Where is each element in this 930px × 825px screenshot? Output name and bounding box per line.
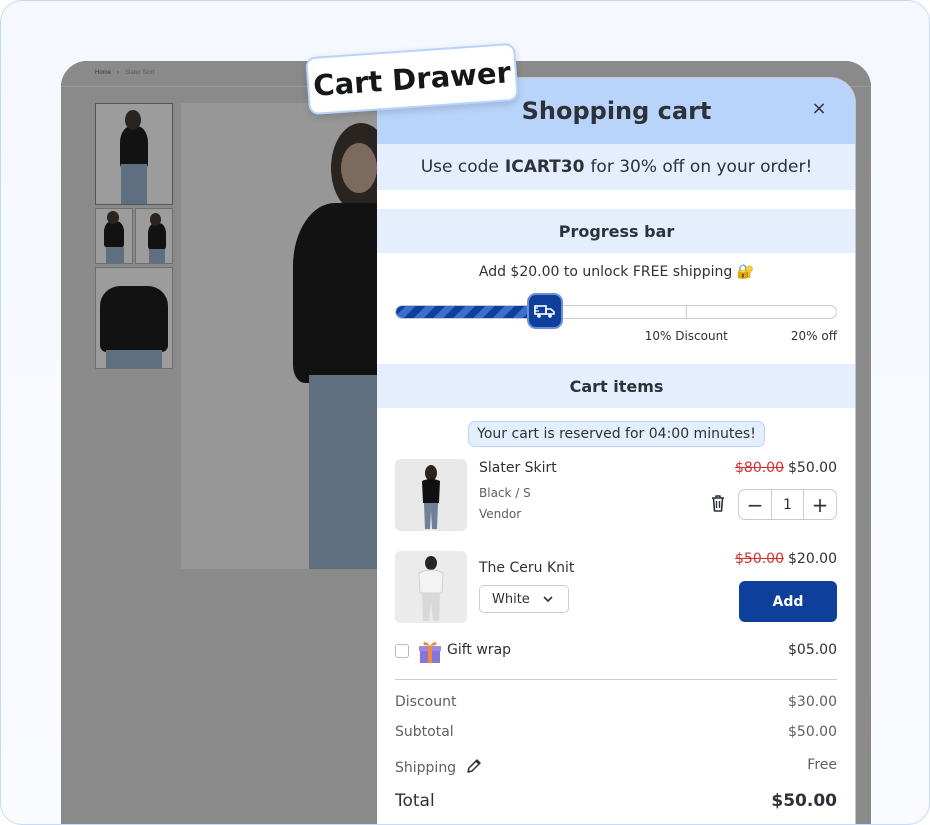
close-icon[interactable]: ×	[808, 98, 830, 120]
progress-section-title: Progress bar	[377, 209, 855, 253]
product-thumbnail[interactable]	[135, 208, 173, 264]
shipping-label-wrap: Shipping	[395, 757, 483, 776]
compare-at-price: $50.00	[735, 551, 784, 567]
product-thumbnail[interactable]	[95, 103, 173, 205]
gift-wrap-label[interactable]: Gift wrap	[447, 642, 511, 658]
summary-value: $50.00	[771, 791, 837, 811]
cart-item-vendor: Vendor	[479, 507, 522, 521]
summary-label: Shipping	[395, 760, 457, 776]
cart-item-image[interactable]	[395, 459, 467, 531]
summary-row-total: Total $50.00	[395, 791, 837, 811]
drawer-title: Shopping cart	[521, 97, 712, 125]
quantity-value[interactable]: 1	[771, 490, 804, 519]
screenshot-frame: Home › Slater Skirt Shopping cart × Use …	[0, 0, 930, 825]
milestone-label: 10% Discount	[644, 329, 728, 343]
increase-quantity-button[interactable]: +	[804, 490, 836, 519]
summary-label: Discount	[395, 694, 457, 710]
cart-drawer: Shopping cart × Use code ICART30 for 30%…	[377, 77, 856, 824]
gift-wrap-checkbox[interactable]	[395, 644, 409, 658]
summary-row-subtotal: Subtotal $50.00	[395, 724, 837, 740]
cart-item-price: $80.00 $50.00	[735, 460, 837, 476]
promo-banner: Use code ICART30 for 30% off on your ord…	[377, 144, 855, 190]
quantity-stepper: − 1 +	[738, 489, 837, 520]
summary-label: Subtotal	[395, 724, 454, 740]
sale-price: $20.00	[788, 551, 837, 567]
trash-icon[interactable]	[709, 493, 727, 513]
summary-value: $30.00	[788, 694, 837, 710]
breadcrumb-current: Slater Skirt	[125, 70, 155, 76]
decrease-quantity-button[interactable]: −	[739, 490, 771, 519]
cart-item-variant: Black / S	[479, 486, 531, 500]
summary-value: $50.00	[788, 724, 837, 740]
compare-at-price: $80.00	[735, 460, 784, 476]
gift-icon	[417, 639, 443, 665]
upsell-item-price: $50.00 $20.00	[735, 551, 837, 567]
promo-code: ICART30	[504, 157, 585, 177]
shipping-unlock-message: Add $20.00 to unlock FREE shipping 🔐	[478, 264, 755, 280]
upsell-item-name[interactable]: The Ceru Knit	[479, 560, 574, 576]
promo-prefix: Use code	[420, 157, 499, 177]
gift-wrap-price: $05.00	[788, 642, 837, 658]
add-upsell-button[interactable]: Add	[739, 581, 837, 622]
milestone-tick	[686, 306, 688, 318]
cart-items-section-title: Cart items	[377, 364, 855, 408]
breadcrumb-separator: ›	[117, 70, 120, 76]
promo-suffix: for 30% off on your order!	[590, 157, 813, 177]
pencil-icon[interactable]	[465, 757, 483, 775]
product-thumbnail[interactable]	[95, 208, 133, 264]
variant-select-value: White	[492, 591, 530, 607]
summary-value: Free	[807, 757, 837, 773]
progress-fill	[396, 306, 546, 318]
breadcrumb-home[interactable]: Home	[95, 70, 111, 76]
product-thumbnail[interactable]	[95, 267, 173, 369]
variant-select[interactable]: White	[479, 585, 569, 613]
breadcrumb: Home › Slater Skirt	[95, 70, 154, 76]
summary-row-discount: Discount $30.00	[395, 694, 837, 710]
progress-bar	[395, 305, 837, 319]
reservation-timer: Your cart is reserved for 04:00 minutes!	[468, 421, 765, 447]
summary-label: Total	[395, 791, 435, 811]
sale-price: $50.00	[788, 460, 837, 476]
summary-divider	[395, 679, 837, 680]
upsell-item-image[interactable]	[395, 551, 467, 623]
cart-item-name[interactable]: Slater Skirt	[479, 460, 557, 476]
milestone-label: 20% off	[790, 329, 837, 343]
truck-icon	[527, 293, 564, 329]
chevron-down-icon	[542, 593, 554, 609]
summary-row-shipping: Shipping Free	[395, 757, 837, 776]
